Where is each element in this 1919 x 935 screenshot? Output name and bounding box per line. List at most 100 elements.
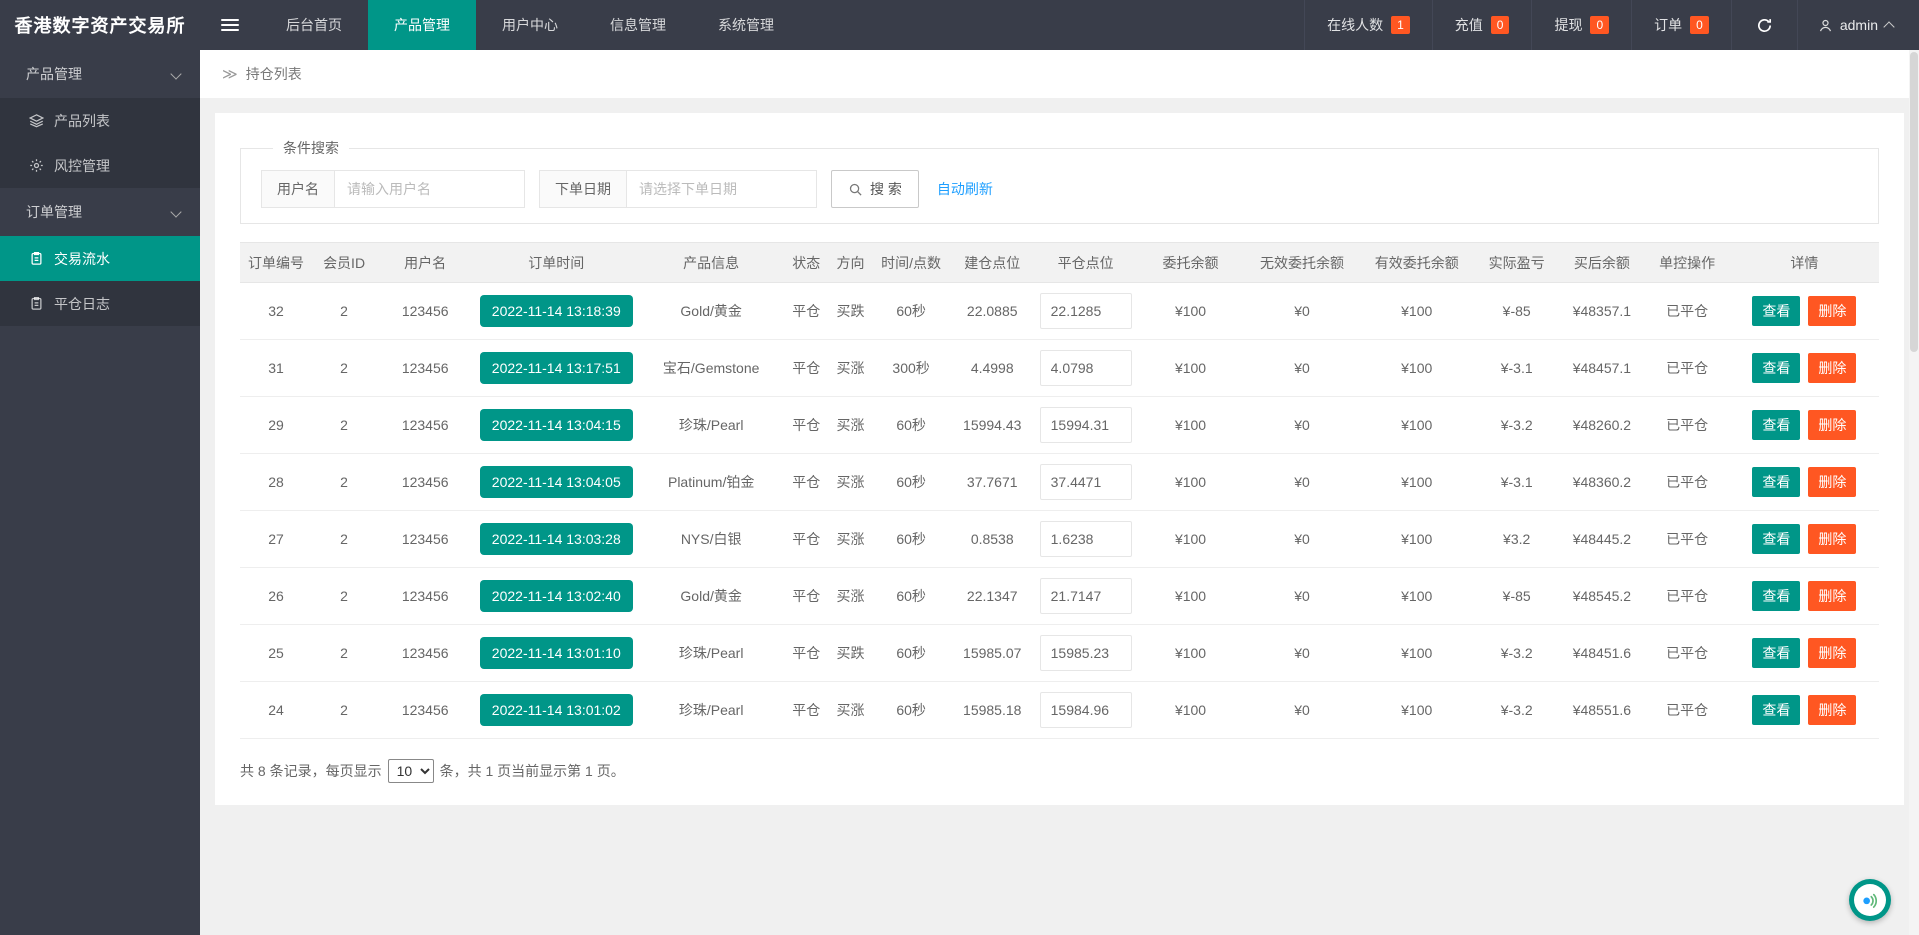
- order-time-cell: 2022-11-14 13:02:40: [474, 568, 638, 625]
- sidebar-group-products[interactable]: 产品管理: [0, 50, 200, 98]
- view-button[interactable]: 查看: [1752, 296, 1800, 326]
- view-button[interactable]: 查看: [1752, 467, 1800, 497]
- recharge-label: 充值: [1455, 15, 1483, 35]
- invalid-entrust-cell: ¥0: [1245, 568, 1360, 625]
- username-input[interactable]: [335, 170, 525, 208]
- table-row: 3221234562022-11-14 13:18:39Gold/黄金平仓买跌6…: [240, 283, 1879, 340]
- scrollbar[interactable]: [1909, 50, 1919, 935]
- username-cell: 123456: [376, 568, 474, 625]
- product-cell: Gold/黄金: [638, 283, 784, 340]
- online-users-stat[interactable]: 在线人数 1: [1304, 0, 1432, 50]
- column-header: 单控操作: [1645, 243, 1730, 283]
- delete-button[interactable]: 删除: [1808, 296, 1856, 326]
- recharge-stat[interactable]: 充值 0: [1432, 0, 1532, 50]
- order-time-badge: 2022-11-14 13:03:28: [480, 523, 633, 555]
- view-button[interactable]: 查看: [1752, 695, 1800, 725]
- balance-after-cell: ¥48545.2: [1559, 568, 1644, 625]
- sidebar-item-trade-flow[interactable]: 交易流水: [0, 236, 200, 281]
- open-point-cell: 15985.07: [950, 625, 1035, 682]
- duration-cell: 60秒: [873, 454, 950, 511]
- view-button[interactable]: 查看: [1752, 353, 1800, 383]
- order-time-badge: 2022-11-14 13:04:05: [480, 466, 633, 498]
- delete-button[interactable]: 删除: [1808, 524, 1856, 554]
- delete-button[interactable]: 删除: [1808, 467, 1856, 497]
- search-button[interactable]: 搜 索: [831, 170, 919, 208]
- profit-cell: ¥-3.2: [1474, 625, 1559, 682]
- status-cell: 平仓: [784, 340, 828, 397]
- sidebar-group-orders[interactable]: 订单管理: [0, 188, 200, 236]
- sidebar-item-risk-control[interactable]: 风控管理: [0, 143, 200, 188]
- product-cell: NYS/白银: [638, 511, 784, 568]
- detail-actions-cell: 查看删除: [1730, 682, 1879, 739]
- order-date-input[interactable]: [627, 170, 817, 208]
- table-row: 2521234562022-11-14 13:01:10珍珠/Pearl平仓买跌…: [240, 625, 1879, 682]
- order-date-label: 下单日期: [539, 170, 627, 208]
- view-button[interactable]: 查看: [1752, 581, 1800, 611]
- content-card: 条件搜索 用户名 下单日期 搜 索 自动刷新 订单编号会员ID用户名订单时: [215, 113, 1904, 805]
- close-point-input[interactable]: [1040, 293, 1132, 329]
- column-header: 实际盈亏: [1474, 243, 1559, 283]
- valid-entrust-cell: ¥100: [1359, 625, 1474, 682]
- close-point-input[interactable]: [1040, 350, 1132, 386]
- close-point-input[interactable]: [1040, 464, 1132, 500]
- close-point-input[interactable]: [1040, 578, 1132, 614]
- search-icon: [848, 182, 863, 197]
- menu-item-products[interactable]: 产品管理: [368, 0, 476, 50]
- member-id-cell: 2: [312, 568, 376, 625]
- breadcrumb-icon: ≫: [222, 65, 238, 83]
- scrollbar-thumb[interactable]: [1910, 52, 1918, 352]
- member-id-cell: 2: [312, 511, 376, 568]
- close-point-input[interactable]: [1040, 407, 1132, 443]
- menu-item-system[interactable]: 系统管理: [692, 0, 800, 50]
- delete-button[interactable]: 删除: [1808, 353, 1856, 383]
- refresh-button[interactable]: [1731, 0, 1797, 50]
- direction-cell: 买涨: [828, 511, 872, 568]
- order-time-cell: 2022-11-14 13:17:51: [474, 340, 638, 397]
- detail-actions-cell: 查看删除: [1730, 397, 1879, 454]
- close-point-input[interactable]: [1040, 635, 1132, 671]
- detail-actions-cell: 查看删除: [1730, 568, 1879, 625]
- user-icon: [1818, 18, 1833, 33]
- profit-cell: ¥-3.1: [1474, 454, 1559, 511]
- menu-item-dashboard[interactable]: 后台首页: [260, 0, 368, 50]
- auto-refresh-link[interactable]: 自动刷新: [937, 179, 993, 199]
- member-id-cell: 2: [312, 283, 376, 340]
- menu-item-info[interactable]: 信息管理: [584, 0, 692, 50]
- close-point-input[interactable]: [1040, 521, 1132, 557]
- delete-button[interactable]: 删除: [1808, 410, 1856, 440]
- direction-cell: 买涨: [828, 340, 872, 397]
- menu-item-users[interactable]: 用户中心: [476, 0, 584, 50]
- sidebar-item-product-list[interactable]: 产品列表: [0, 98, 200, 143]
- sidebar-item-label: 交易流水: [54, 249, 110, 269]
- floating-service-button[interactable]: [1849, 879, 1891, 921]
- sound-wave-icon: [1854, 884, 1886, 916]
- delete-button[interactable]: 删除: [1808, 581, 1856, 611]
- order-time-badge: 2022-11-14 13:18:39: [480, 295, 633, 327]
- view-button[interactable]: 查看: [1752, 410, 1800, 440]
- pagination-suffix: 条，共 1 页当前显示第 1 页。: [440, 761, 625, 781]
- sidebar-toggle-button[interactable]: [200, 0, 260, 50]
- delete-button[interactable]: 删除: [1808, 695, 1856, 725]
- column-header: 详情: [1730, 243, 1879, 283]
- column-header: 平仓点位: [1035, 243, 1137, 283]
- column-header: 状态: [784, 243, 828, 283]
- column-header: 有效委托余额: [1359, 243, 1474, 283]
- valid-entrust-cell: ¥100: [1359, 454, 1474, 511]
- delete-button[interactable]: 删除: [1808, 638, 1856, 668]
- sidebar-item-close-log[interactable]: 平仓日志: [0, 281, 200, 326]
- open-point-cell: 4.4998: [950, 340, 1035, 397]
- close-point-input[interactable]: [1040, 692, 1132, 728]
- balance-after-cell: ¥48360.2: [1559, 454, 1644, 511]
- admin-dropdown[interactable]: admin: [1797, 0, 1919, 50]
- column-header: 产品信息: [638, 243, 784, 283]
- view-button[interactable]: 查看: [1752, 524, 1800, 554]
- withdraw-stat[interactable]: 提现 0: [1531, 0, 1631, 50]
- breadcrumb: ≫ 持仓列表: [200, 50, 1919, 98]
- orders-stat[interactable]: 订单 0: [1631, 0, 1731, 50]
- view-button[interactable]: 查看: [1752, 638, 1800, 668]
- order-id-cell: 28: [240, 454, 312, 511]
- table-row: 2921234562022-11-14 13:04:15珍珠/Pearl平仓买涨…: [240, 397, 1879, 454]
- page-size-select[interactable]: 10: [388, 759, 434, 783]
- entrust-balance-cell: ¥100: [1136, 568, 1244, 625]
- sidebar: 产品管理 产品列表 风控管理 订单管理 交易流水 平仓日志: [0, 50, 200, 935]
